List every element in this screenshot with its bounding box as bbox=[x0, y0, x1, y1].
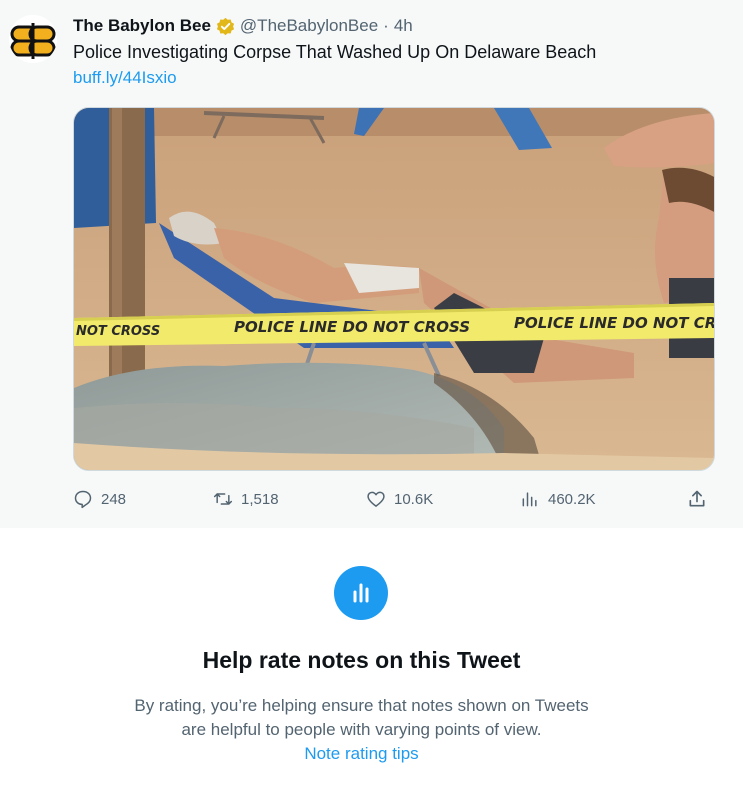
reply-button[interactable]: 248 bbox=[73, 484, 126, 514]
tweet-link[interactable]: buff.ly/44Isxio bbox=[73, 68, 177, 88]
reply-icon bbox=[74, 490, 92, 509]
like-count: 10.6K bbox=[394, 490, 434, 508]
retweet-count: 1,518 bbox=[241, 490, 279, 508]
heart-icon bbox=[367, 491, 385, 507]
retweet-button[interactable]: 1,518 bbox=[213, 484, 279, 514]
view-count: 460.2K bbox=[548, 490, 596, 508]
like-button[interactable]: 10.6K bbox=[366, 484, 433, 514]
reply-count: 248 bbox=[101, 490, 127, 508]
community-notes-icon bbox=[334, 566, 388, 620]
tweet-card[interactable]: The Babylon Bee @TheBabylonBee · 4h Poli… bbox=[0, 0, 743, 528]
note-rating-tips-link[interactable]: Note rating tips bbox=[0, 744, 723, 764]
tweet-media-image[interactable]: NOT CROSS POLICE LINE DO NOT CROSS POLIC… bbox=[73, 107, 715, 471]
beach-photo: NOT CROSS POLICE LINE DO NOT CROSS POLIC… bbox=[74, 108, 715, 470]
notes-description-line2: are helpful to people with varying point… bbox=[181, 720, 542, 739]
babylon-bee-logo-icon bbox=[9, 15, 57, 63]
share-button[interactable] bbox=[687, 484, 707, 514]
tape-text-right: POLICE LINE DO NOT CROSS bbox=[514, 314, 715, 332]
tweet-actions-bar: 248 1,518 10.6K 460.2K bbox=[73, 484, 715, 514]
tweet-header: The Babylon Bee @TheBabylonBee · 4h bbox=[73, 14, 413, 38]
notes-title: Help rate notes on this Tweet bbox=[202, 647, 521, 673]
author-display-name[interactable]: The Babylon Bee bbox=[73, 16, 211, 36]
notes-description: By rating, you’re helping ensure that no… bbox=[0, 694, 723, 742]
notes-description-line1: By rating, you’re helping ensure that no… bbox=[134, 696, 589, 715]
retweet-icon bbox=[213, 493, 233, 505]
bar-chart-icon bbox=[353, 583, 369, 603]
verified-badge-icon[interactable] bbox=[216, 17, 235, 36]
tape-text-middle: POLICE LINE DO NOT CROSS bbox=[234, 318, 470, 336]
share-icon bbox=[689, 490, 705, 507]
views-icon bbox=[522, 492, 537, 507]
views-button[interactable]: 460.2K bbox=[520, 484, 596, 514]
tweet-timestamp[interactable]: 4h bbox=[394, 16, 413, 36]
author-handle[interactable]: @TheBabylonBee bbox=[240, 16, 378, 36]
avatar[interactable] bbox=[9, 15, 57, 63]
tweet-text: Police Investigating Corpse That Washed … bbox=[73, 42, 597, 62]
tape-text-left: NOT CROSS bbox=[76, 324, 160, 339]
separator-dot: · bbox=[383, 16, 389, 35]
